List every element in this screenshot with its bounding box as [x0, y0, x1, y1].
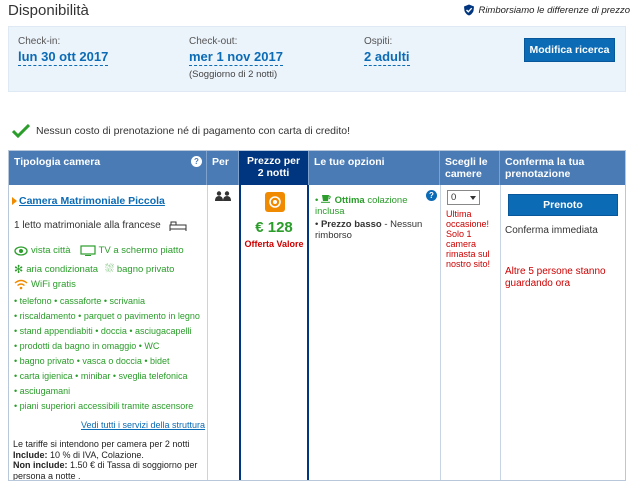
- feature-line: • bagno privato • vasca o doccia • bidet: [14, 356, 170, 366]
- wifi-icon: [14, 279, 28, 290]
- modify-search-button[interactable]: Modifica ricerca: [524, 38, 615, 62]
- chevron-down-icon: [470, 195, 476, 200]
- amenity-private-bath: bagno privato: [116, 264, 175, 275]
- option-price: • Prezzo basso - Nessun rimborso: [315, 219, 423, 241]
- header-room-type-label: Tipologia camera: [14, 156, 101, 168]
- instant-confirmation: Conferma immediata: [505, 225, 598, 236]
- amenity-ac: aria condizionata: [26, 264, 99, 275]
- bathtub-icon: ⛆: [105, 263, 114, 275]
- rates-include: Include: 10 % di IVA, Colazione.: [13, 450, 203, 461]
- all-services-link[interactable]: Vedi tutti i servizi della struttura: [81, 420, 205, 430]
- rates-include-text: 10 % di IVA, Colazione.: [47, 449, 144, 460]
- price-value: € 128: [255, 219, 293, 236]
- search-summary: Check-in: lun 30 ott 2017 Check-out: mer…: [8, 26, 626, 92]
- tv-icon: [80, 245, 96, 256]
- amenity-row: vista città TV a schermo piatto: [14, 245, 184, 256]
- people-watching: Altre 5 persone stanno guardando ora: [505, 266, 606, 289]
- header-confirm: Conferma la tua prenotazione: [505, 156, 585, 180]
- shield-check-icon: [464, 4, 475, 16]
- checkout-field: Check-out: mer 1 nov 2017 (Soggiorno di …: [189, 36, 283, 80]
- stay-length: (Soggiorno di 2 notti): [189, 69, 278, 80]
- book-button[interactable]: Prenoto: [508, 194, 618, 216]
- amenity-row: ✻ aria condizionata ⛆ bagno privato: [14, 263, 174, 276]
- guests-value[interactable]: 2 adulti: [364, 49, 410, 66]
- availability-header: Disponibilità Rimborsiamo le differenze …: [8, 0, 632, 24]
- snowflake-icon: ✻: [14, 264, 24, 276]
- feature-line: • riscaldamento • parquet o pavimento in…: [14, 311, 200, 321]
- header-options: Le tue opzioni: [309, 151, 440, 185]
- price-match-notice[interactable]: Rimborsiamo le differenze di prezzo: [463, 4, 630, 16]
- checkin-label: Check-in:: [18, 36, 61, 47]
- occupancy: [214, 191, 232, 204]
- option-breakfast: • Ottima colazione inclusa: [315, 195, 408, 217]
- room-name-link[interactable]: Camera Matrimoniale Piccola: [19, 195, 165, 207]
- amenity-city-view: vista città: [31, 245, 71, 256]
- help-icon[interactable]: ?: [426, 190, 437, 201]
- checkmark-icon: [12, 124, 30, 138]
- bed-icon: [169, 221, 187, 231]
- no-fee-notice: Nessun costo di prenotazione né di pagam…: [12, 124, 350, 138]
- rates-note-text: Le tariffe si intendono per camera per 2…: [13, 439, 190, 449]
- feature-line: • telefono • cassaforte • scrivania: [14, 296, 146, 306]
- header-room-type: Tipologia camera ?: [9, 151, 207, 185]
- guests-field: Ospiti: 2 adulti: [364, 36, 410, 66]
- room-quantity-select[interactable]: 0: [447, 190, 480, 205]
- price-match-label: Rimborsiamo le differenze di prezzo: [478, 4, 630, 16]
- rates-include-label: Include:: [13, 449, 48, 460]
- checkout-value[interactable]: mer 1 nov 2017: [189, 49, 283, 66]
- column-divider: [207, 185, 208, 480]
- feature-line: • prodotti da bagno in omaggio • WC: [14, 341, 160, 351]
- feature-line: • stand appendiabiti • doccia • asciugac…: [14, 326, 192, 336]
- rates-exclude-label: Non include:: [13, 460, 68, 470]
- coffee-cup-icon: [320, 195, 331, 203]
- amenity-tv: TV a schermo piatto: [98, 245, 184, 256]
- eye-icon: [14, 245, 28, 256]
- checkin-field: Check-in: lun 30 ott 2017: [18, 36, 109, 66]
- rates-note: Le tariffe si intendono per camera per 2…: [13, 439, 203, 480]
- option-price-bold: Prezzo basso: [320, 219, 382, 230]
- help-icon[interactable]: ?: [191, 156, 202, 167]
- page-title: Disponibilità: [8, 2, 89, 19]
- price-offer-label: Offerta Valore: [244, 239, 304, 249]
- no-fee-text: Nessun costo di prenotazione né di pagam…: [36, 125, 351, 137]
- header-price: Prezzo per 2 notti: [239, 151, 309, 185]
- column-divider: [440, 185, 441, 480]
- two-persons-icon: [215, 191, 231, 201]
- expand-arrow-icon: [12, 197, 17, 205]
- guests-label: Ospiti:: [364, 36, 393, 47]
- checkout-label: Check-out:: [189, 36, 238, 47]
- amenity-row: WiFi gratis: [14, 279, 76, 290]
- feature-line: • carta igienica • minibar • sveglia tel…: [14, 371, 188, 381]
- bed-text: 1 letto matrimoniale alla francese: [14, 220, 161, 231]
- rooms-table: Tipologia camera ? Per Prezzo per 2 nott…: [8, 150, 626, 481]
- value-deal-icon: [265, 192, 285, 212]
- feature-line: • asciugamani: [14, 386, 71, 396]
- header-per: Per: [207, 151, 239, 185]
- room-quantity-value: 0: [451, 192, 457, 203]
- rates-exclude: Non include: 1.50 € di Tassa di soggiorn…: [13, 460, 203, 480]
- scarcity-message: Ultima occasione! Solo 1 camera rimasta …: [446, 209, 491, 269]
- feature-line: • piani superiori accessibili tramite as…: [14, 401, 194, 411]
- table-header: Tipologia camera ? Per Prezzo per 2 nott…: [9, 151, 625, 185]
- checkin-value[interactable]: lun 30 ott 2017: [18, 49, 109, 66]
- amenity-wifi: WiFi gratis: [31, 279, 76, 290]
- header-choose: Scegli le camere: [440, 151, 500, 185]
- bed-info: 1 letto matrimoniale alla francese: [14, 220, 187, 231]
- option-breakfast-bold: Ottima: [334, 195, 365, 206]
